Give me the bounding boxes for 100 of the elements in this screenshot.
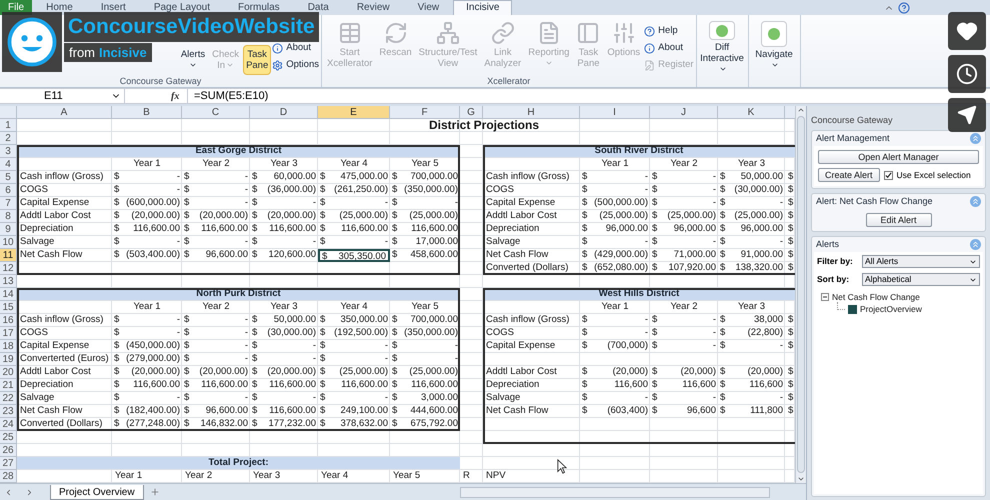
row-header[interactable]: 8 [0, 210, 17, 223]
insert-sheet-icon[interactable] [150, 487, 160, 497]
row-header[interactable]: 23 [0, 405, 17, 418]
table-cell-text: Capital Expense [19, 340, 90, 353]
video-title[interactable]: ConcourseVideoWebsite [64, 12, 319, 42]
row-header[interactable]: 4 [0, 158, 17, 171]
ribbon-tab[interactable]: Formulas [224, 0, 294, 15]
row-header[interactable]: 17 [0, 327, 17, 340]
ribbon-tab[interactable]: Incisive [453, 0, 512, 15]
row-header[interactable]: 14 [0, 288, 17, 301]
table-cell-text: $ 675,792.00 [391, 418, 459, 431]
ribbon-tab[interactable]: Home [32, 0, 87, 15]
help-icon[interactable] [898, 2, 910, 14]
column-header[interactable]: A [17, 106, 112, 119]
insert-function-button[interactable]: fx [171, 88, 187, 104]
open-alert-manager-button[interactable]: Open Alert Manager [818, 150, 979, 164]
collapse-node-icon[interactable] [821, 293, 829, 301]
column-header[interactable]: K [718, 106, 785, 119]
row-header[interactable]: 5 [0, 171, 17, 184]
row-header[interactable]: 22 [0, 392, 17, 405]
ribbon-tab[interactable]: View [404, 0, 454, 15]
row-header[interactable]: 28 [0, 470, 17, 483]
row-header[interactable]: 2 [0, 132, 17, 145]
row-header[interactable]: 11 [0, 249, 17, 262]
edit-alert-button[interactable]: Edit Alert [866, 213, 932, 227]
table-cell-text: $ - [319, 236, 389, 249]
column-header[interactable]: C [182, 106, 250, 119]
table-cell-text: $ (22,800) [719, 327, 784, 340]
row-header[interactable]: 20 [0, 366, 17, 379]
row-header[interactable]: 1 [0, 119, 17, 132]
channel-avatar[interactable] [2, 12, 62, 72]
horizontal-scrollbar[interactable] [460, 486, 770, 498]
scrollbar-thumb[interactable] [797, 116, 805, 473]
author-link[interactable]: Incisive [99, 42, 147, 62]
tree-item[interactable]: Net Cash Flow Change [832, 290, 920, 304]
table-cell-text: $ (20,000.00) [113, 366, 181, 379]
table-cell-text: Year 3 [269, 301, 299, 313]
row-header[interactable]: 12 [0, 262, 17, 275]
checkbox[interactable] [884, 170, 893, 180]
row-header[interactable]: 24 [0, 418, 17, 431]
scroll-up-icon[interactable] [797, 106, 805, 114]
table-cell-text: $ [787, 171, 794, 184]
row-header[interactable]: 26 [0, 444, 17, 457]
column-header[interactable]: G [460, 106, 483, 119]
table-cell-text: $ (25,000.00) [391, 210, 459, 223]
table-cell-text: $ 116,600.00 [113, 223, 181, 236]
column-header[interactable]: D [250, 106, 318, 119]
table-cell-text: Capital Expense [485, 340, 556, 353]
ribbon-tab[interactable]: Page Layout [140, 0, 224, 15]
table-cell-text: $ (25,000.00) [651, 210, 717, 223]
column-header[interactable]: J [650, 106, 718, 119]
ribbon-small-button[interactable]: Options [272, 58, 319, 72]
sheet-tab[interactable]: Project Overview [50, 484, 144, 500]
row-header[interactable]: 18 [0, 340, 17, 353]
table-cell-text: Cash inflow (Gross) [485, 171, 570, 184]
watch-later-button[interactable] [948, 55, 986, 93]
next-sheet-icon[interactable] [25, 488, 34, 496]
row-header[interactable]: 21 [0, 379, 17, 392]
row-header[interactable]: 15 [0, 301, 17, 314]
row-header[interactable]: 6 [0, 184, 17, 197]
row-header[interactable]: 25 [0, 431, 17, 444]
like-button[interactable] [948, 12, 986, 50]
ribbon-button[interactable]: Task Pane [243, 45, 272, 75]
ribbon-button[interactable]: Diff Interactive [697, 18, 747, 76]
ribbon-small-button[interactable]: About [644, 41, 694, 55]
table-cell-text: $ (450,000.00) [113, 340, 181, 353]
row-header[interactable]: 13 [0, 275, 17, 288]
ribbon-button[interactable]: Alerts [178, 45, 208, 75]
table-cell-text: $ - [391, 197, 459, 210]
table-cell-text: Year 2 [184, 470, 214, 483]
ribbon-button[interactable]: Navigate [752, 18, 796, 76]
row-header[interactable]: 10 [0, 236, 17, 249]
row-header[interactable]: 19 [0, 353, 17, 366]
tree-item[interactable]: ProjectOverview [860, 302, 922, 316]
gear-icon [272, 60, 284, 70]
row-header[interactable]: 7 [0, 197, 17, 210]
ribbon-small-button[interactable]: About [272, 41, 319, 55]
column-header[interactable]: B [112, 106, 182, 119]
dropdown-field[interactable]: All Alerts [862, 255, 980, 268]
column-header[interactable]: H [483, 106, 580, 119]
scroll-down-icon[interactable] [797, 475, 805, 483]
column-header[interactable]: I [580, 106, 650, 119]
row-header[interactable]: 16 [0, 314, 17, 327]
ribbon-tab[interactable]: Data [294, 0, 343, 15]
column-header[interactable]: F [390, 106, 460, 119]
previous-sheet-icon[interactable] [4, 488, 13, 496]
row-header[interactable]: 3 [0, 145, 17, 158]
group-label: Xcellerator [486, 76, 532, 87]
name-box[interactable]: E11 [0, 89, 125, 103]
table-cell-text: Cash inflow (Gross) [19, 314, 104, 327]
ribbon-small-button[interactable]: Help [644, 24, 694, 38]
row-header[interactable]: 9 [0, 223, 17, 236]
dropdown-field[interactable]: Alphabetical [862, 273, 980, 286]
share-button[interactable] [948, 98, 986, 132]
ribbon-tab[interactable]: Insert [86, 0, 140, 15]
column-header[interactable]: E [318, 106, 390, 119]
create-alert-button[interactable]: Create Alert [818, 168, 880, 182]
ribbon-tab[interactable]: Review [342, 0, 404, 15]
vertical-scrollbar[interactable] [795, 106, 806, 483]
row-header[interactable]: 27 [0, 457, 17, 470]
